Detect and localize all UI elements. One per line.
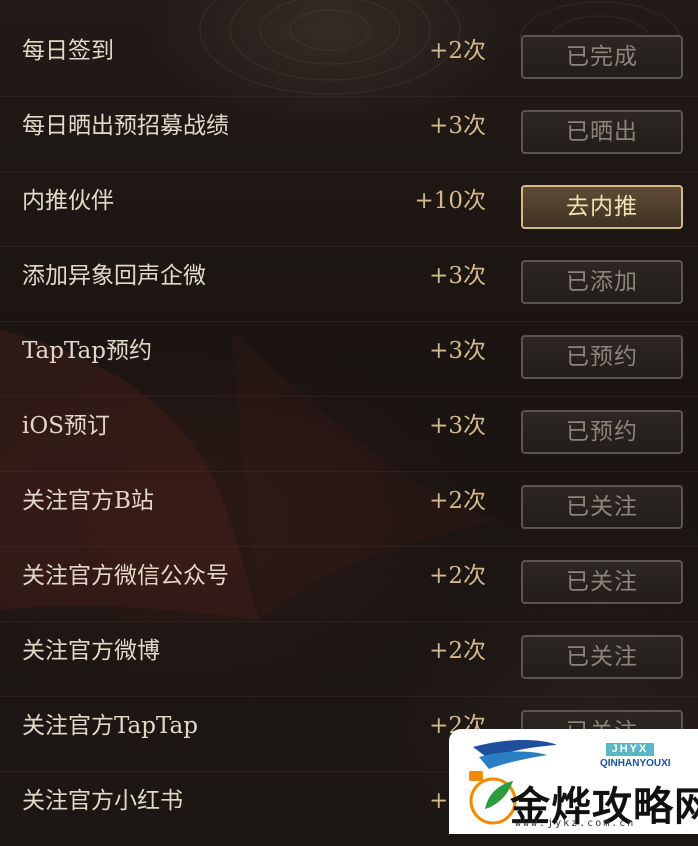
task-status-button[interactable]: 已添加 — [521, 260, 683, 304]
task-label: 每日晒出预招募战绩 — [22, 113, 229, 139]
task-status-button[interactable]: 已晒出 — [521, 110, 683, 154]
task-status-button[interactable]: 已关注 — [521, 560, 683, 604]
task-label: 关注官方B站 — [22, 488, 154, 514]
task-label: 内推伙伴 — [22, 188, 114, 214]
task-label: TapTap预约 — [22, 338, 152, 364]
task-label: 关注官方小红书 — [22, 788, 183, 814]
watermark-subtitle: QINHANYOUXI — [600, 758, 671, 769]
task-label: 关注官方TapTap — [22, 713, 198, 739]
task-status-button[interactable]: 已关注 — [521, 485, 683, 529]
task-row: iOS预订 +3次 已预约 — [0, 397, 698, 472]
task-row: 关注官方微信公众号 +2次 已关注 — [0, 547, 698, 622]
task-label: 添加异象回声企微 — [22, 263, 206, 289]
task-status-button[interactable]: 已完成 — [521, 35, 683, 79]
task-row: 每日签到 +2次 已完成 — [0, 22, 698, 97]
task-row: 关注官方B站 +2次 已关注 — [0, 472, 698, 547]
task-reward: +10次 — [414, 188, 486, 214]
task-label: 每日签到 — [22, 38, 114, 64]
task-reward: +3次 — [429, 263, 486, 289]
watermark-code: JHYX — [606, 743, 654, 756]
task-reward: +3次 — [429, 113, 486, 139]
task-reward: +3次 — [429, 413, 486, 439]
task-label: 关注官方微博 — [22, 638, 160, 664]
task-status-button[interactable]: 已预约 — [521, 335, 683, 379]
task-row: 内推伙伴 +10次 去内推 — [0, 172, 698, 247]
task-action-button[interactable]: 去内推 — [521, 185, 683, 229]
task-row: TapTap预约 +3次 已预约 — [0, 322, 698, 397]
task-reward: +2次 — [429, 38, 486, 64]
task-row: 关注官方微博 +2次 已关注 — [0, 622, 698, 697]
task-label: 关注官方微信公众号 — [22, 563, 229, 589]
task-row: 每日晒出预招募战绩 +3次 已晒出 — [0, 97, 698, 172]
task-reward: +2次 — [429, 488, 486, 514]
task-reward: +2次 — [429, 563, 486, 589]
task-row: 添加异象回声企微 +3次 已添加 — [0, 247, 698, 322]
task-reward: +2次 — [429, 638, 486, 664]
watermark-url: www.jykz.com.cn — [515, 818, 636, 829]
task-list: 每日签到 +2次 已完成每日晒出预招募战绩 +3次 已晒出内推伙伴 +10次 去内推添加异象… — [0, 22, 698, 846]
task-reward: +3次 — [429, 338, 486, 364]
task-status-button[interactable]: 已关注 — [521, 635, 683, 679]
task-status-button[interactable]: 已预约 — [521, 410, 683, 454]
task-label: iOS预订 — [22, 413, 110, 439]
